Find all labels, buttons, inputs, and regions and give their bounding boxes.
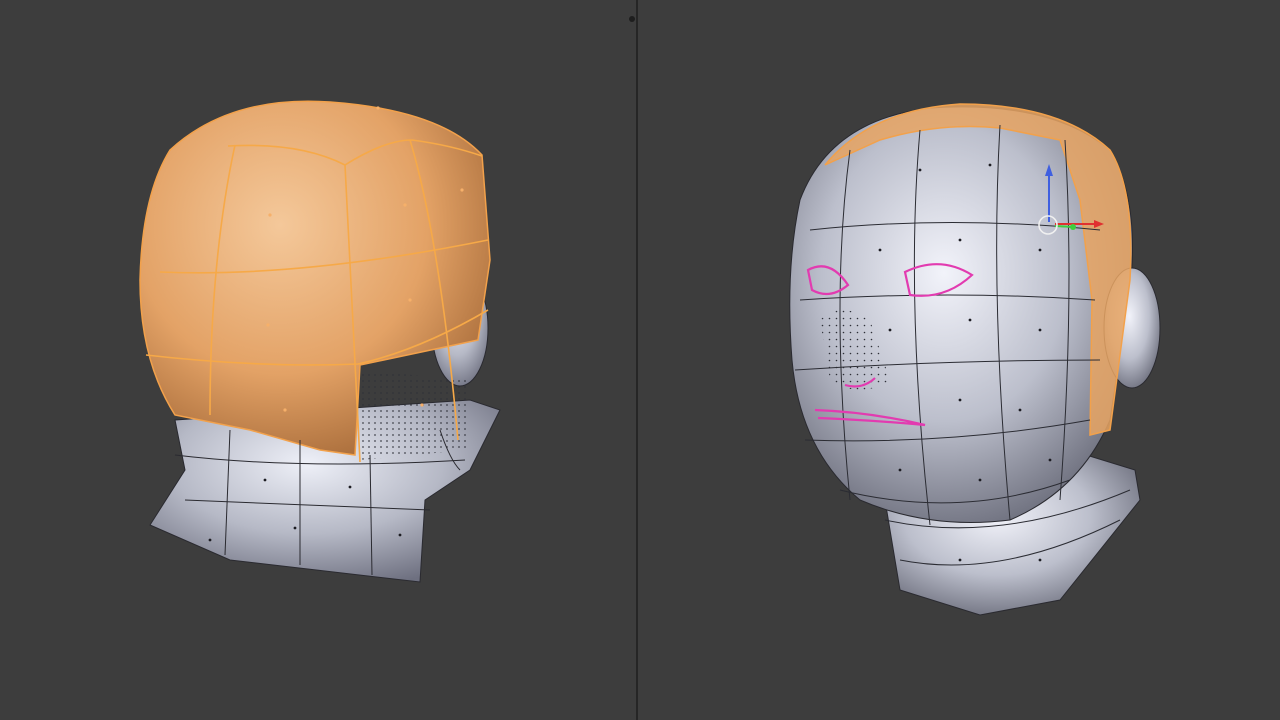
viewport-left[interactable] [0,0,636,720]
head-model-back-view[interactable] [0,0,636,720]
viewport-right[interactable] [638,0,1280,720]
head-model-front-view[interactable] [638,0,1280,720]
